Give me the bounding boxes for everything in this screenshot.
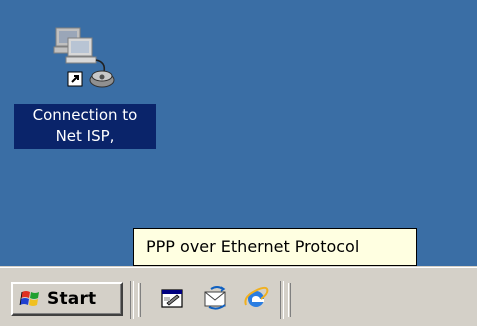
start-button[interactable]: Start [11, 282, 123, 316]
desktop-icon-label[interactable]: Connection to Net ISP, [14, 104, 156, 149]
tooltip: PPP over Ethernet Protocol [133, 228, 417, 266]
show-desktop-icon[interactable] [159, 285, 185, 311]
start-label: Start [47, 289, 97, 309]
internet-explorer-icon[interactable] [243, 285, 269, 311]
taskbar-separator [280, 281, 284, 319]
windows-logo-icon [19, 291, 39, 306]
toolbar-grip[interactable] [288, 283, 291, 317]
connection-icon [53, 27, 115, 88]
icon-label-line2: Net ISP, [55, 127, 115, 145]
desktop: Connection to Net ISP, PPP over Ethernet… [0, 0, 477, 266]
toolbar-grip[interactable] [138, 283, 141, 317]
outlook-express-icon[interactable] [203, 285, 229, 311]
taskbar-separator [130, 281, 134, 319]
icon-label-line1: Connection to [32, 106, 138, 124]
taskbar: Start [0, 266, 477, 326]
